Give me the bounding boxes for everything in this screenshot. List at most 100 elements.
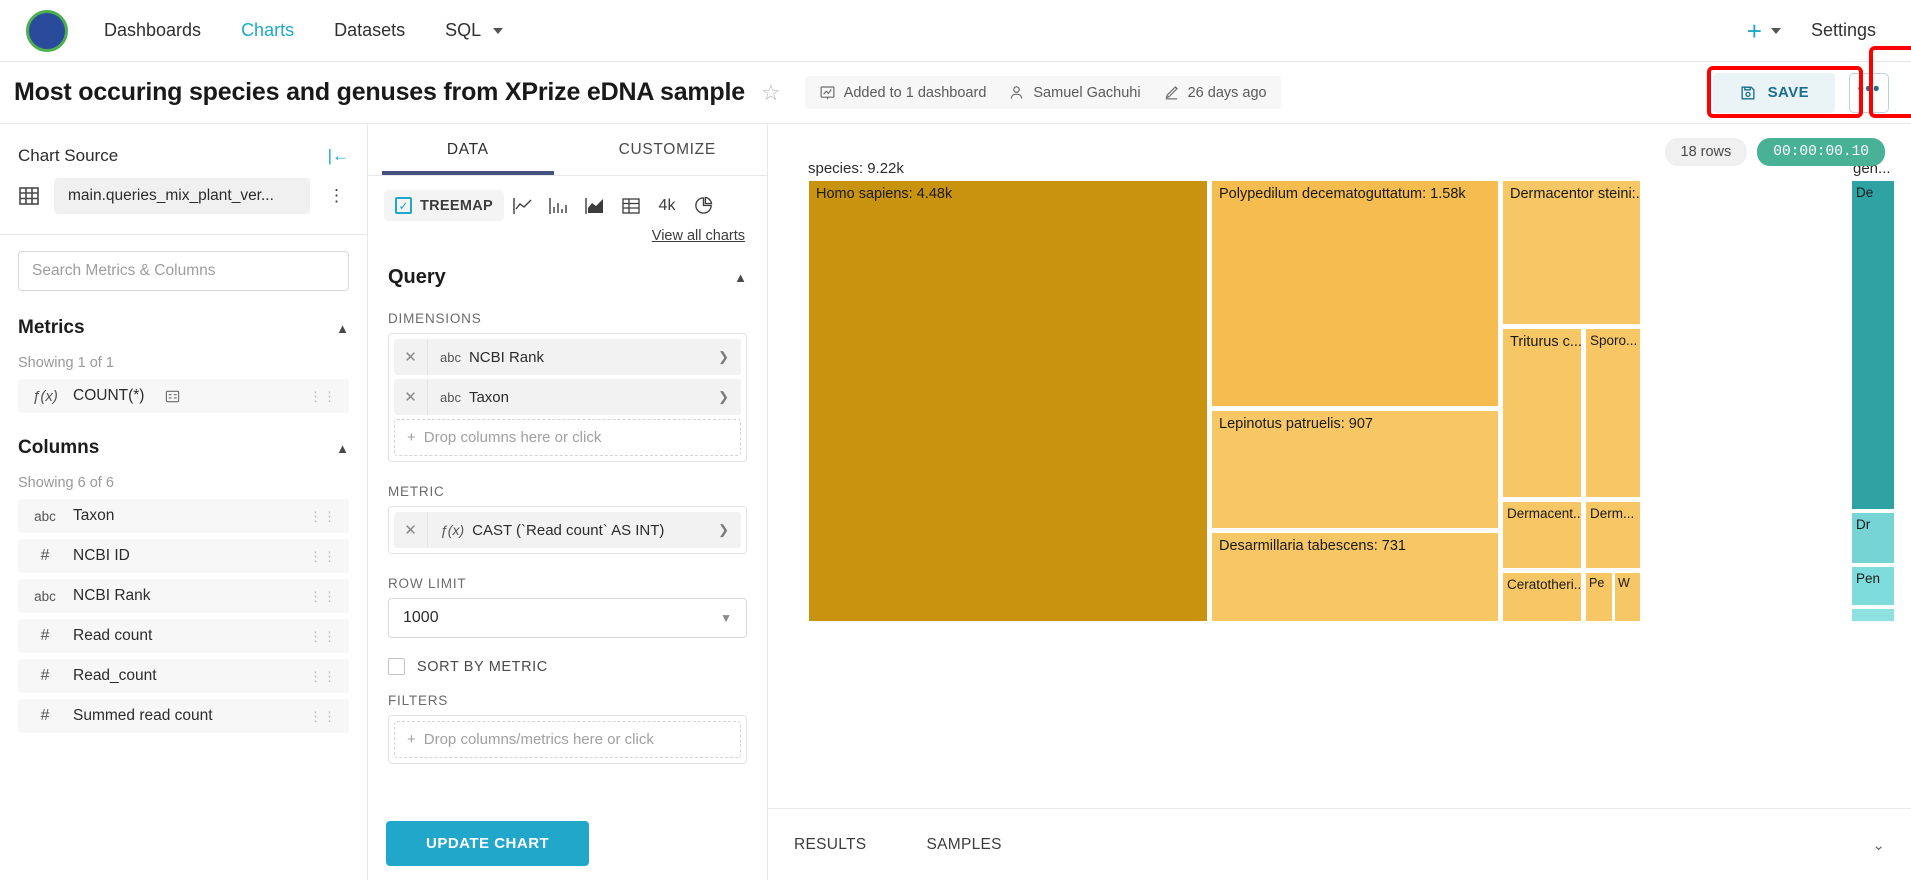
dataset-options-icon[interactable]: ⋮ bbox=[324, 187, 349, 204]
modified-info[interactable]: 26 days ago bbox=[1163, 84, 1267, 101]
chevron-right-icon[interactable]: ❯ bbox=[706, 349, 741, 365]
dashboard-usage-info[interactable]: Added to 1 dashboard bbox=[819, 84, 986, 101]
settings-menu-button[interactable]: Settings bbox=[1811, 20, 1885, 41]
treemap-cell-label: Desarmillaria tabescens: 731 bbox=[1219, 538, 1406, 554]
remove-icon[interactable]: ✕ bbox=[394, 512, 428, 548]
metric-pill[interactable]: ✕ ƒ(x) CAST (`Read count` AS INT) ❯ bbox=[394, 512, 741, 548]
chevron-right-icon[interactable]: ❯ bbox=[706, 389, 741, 405]
treemap-cell[interactable]: Derm... bbox=[1585, 501, 1641, 569]
more-options-button[interactable]: ••• bbox=[1849, 72, 1889, 113]
plus-icon: + bbox=[407, 429, 416, 446]
line-chart-icon[interactable] bbox=[506, 192, 540, 220]
owner-info[interactable]: Samuel Gachuhi bbox=[1008, 84, 1141, 101]
treemap-cell[interactable]: Polypedilum decematoguttatum: 1.58k bbox=[1211, 180, 1499, 407]
treemap-cell[interactable]: W bbox=[1614, 572, 1641, 622]
sort-by-metric-checkbox[interactable]: SORT BY METRIC bbox=[368, 638, 767, 675]
viz-type-label: TREEMAP bbox=[420, 197, 493, 214]
drag-handle[interactable]: ⋮⋮ bbox=[309, 590, 337, 603]
chevron-right-icon[interactable]: ❯ bbox=[706, 522, 741, 538]
filters-drop-zone[interactable]: + Drop columns/metrics here or click bbox=[394, 721, 741, 758]
metric-pill-label: CAST (`Read count` AS INT) bbox=[472, 521, 665, 539]
filters-drop-label: Drop columns/metrics here or click bbox=[423, 731, 654, 748]
dimension-pill-ncbi-rank[interactable]: ✕ abc NCBI Rank ❯ bbox=[394, 339, 741, 375]
collapse-panel-icon[interactable]: |← bbox=[328, 146, 349, 166]
save-button[interactable]: SAVE bbox=[1712, 72, 1835, 113]
checkbox-icon bbox=[388, 658, 405, 675]
nav-item-charts[interactable]: Charts bbox=[239, 14, 296, 47]
chevron-up-icon[interactable]: ▲ bbox=[734, 270, 747, 285]
save-button-label: SAVE bbox=[1767, 84, 1809, 101]
nav-item-datasets[interactable]: Datasets bbox=[332, 14, 407, 47]
bar-chart-icon[interactable] bbox=[542, 192, 576, 220]
treemap-cell[interactable]: Dermacent... bbox=[1502, 501, 1582, 569]
nav-item-label: Dashboards bbox=[104, 20, 202, 40]
dashboard-icon bbox=[820, 86, 835, 100]
pie-chart-icon[interactable] bbox=[686, 192, 720, 220]
search-input[interactable] bbox=[18, 251, 349, 291]
tab-data[interactable]: DATA bbox=[368, 124, 568, 175]
treemap-cell[interactable]: Desarmillaria tabescens: 731 bbox=[1211, 532, 1499, 622]
dimension-pill-label: Taxon bbox=[468, 388, 509, 406]
treemap-group-label-species: species: 9.22k bbox=[808, 160, 904, 177]
columns-showing-count: Showing 6 of 6 bbox=[18, 475, 114, 491]
table-icon[interactable] bbox=[614, 192, 648, 220]
drag-handle[interactable]: ⋮⋮ bbox=[309, 390, 337, 403]
row-limit-select[interactable]: 1000 ▼ bbox=[388, 598, 747, 638]
number-type-icon: # bbox=[40, 627, 50, 644]
update-chart-button[interactable]: UPDATE CHART bbox=[386, 821, 590, 866]
dataset-row: main.queries_mix_plant_ver... ⋮ bbox=[0, 170, 367, 234]
big-number-icon[interactable]: 4k bbox=[650, 192, 684, 220]
treemap-cell[interactable]: Sporo... bbox=[1585, 328, 1641, 498]
remove-icon[interactable]: ✕ bbox=[394, 379, 428, 415]
drag-handle[interactable]: ⋮⋮ bbox=[309, 670, 337, 683]
metric-item-count[interactable]: ƒ(x) COUNT(*) ⋮⋮ bbox=[18, 379, 349, 413]
treemap-cell[interactable]: Ceratotheri... bbox=[1502, 572, 1582, 622]
column-item-taxon[interactable]: abc Taxon ⋮⋮ bbox=[18, 499, 349, 533]
top-navigation-bar: Dashboards Charts Datasets SQL + Setting… bbox=[0, 0, 1911, 62]
drag-handle[interactable]: ⋮⋮ bbox=[309, 550, 337, 563]
row-limit-label: ROW LIMIT bbox=[388, 576, 467, 591]
favorite-star-icon[interactable]: ☆ bbox=[761, 81, 781, 104]
view-all-charts-link[interactable]: View all charts bbox=[368, 221, 767, 244]
column-item-summed-read-count[interactable]: # Summed read count ⋮⋮ bbox=[18, 699, 349, 733]
chart-status-badges: 18 rows 00:00:00.10 bbox=[1664, 138, 1885, 166]
chevron-up-icon[interactable]: ▲ bbox=[336, 321, 349, 336]
column-item-ncbi-rank[interactable]: abc NCBI Rank ⋮⋮ bbox=[18, 579, 349, 613]
treemap-cell[interactable]: Dermacentor steini:... bbox=[1502, 180, 1641, 325]
treemap-cell[interactable]: Dr bbox=[1851, 512, 1895, 564]
dataset-name[interactable]: main.queries_mix_plant_ver... bbox=[54, 178, 310, 214]
treemap-cell[interactable]: Lepinotus patruelis: 907 bbox=[1211, 410, 1499, 529]
column-item-ncbi-id[interactable]: # NCBI ID ⋮⋮ bbox=[18, 539, 349, 573]
columns-title: Columns bbox=[18, 437, 100, 458]
remove-icon[interactable]: ✕ bbox=[394, 339, 428, 375]
nav-item-sql[interactable]: SQL bbox=[443, 14, 504, 47]
drag-handle[interactable]: ⋮⋮ bbox=[309, 710, 337, 723]
dimension-pill-taxon[interactable]: ✕ abc Taxon ❯ bbox=[394, 379, 741, 415]
treemap-cell[interactable]: Pe bbox=[1585, 572, 1613, 622]
new-item-button[interactable]: + bbox=[1747, 18, 1781, 44]
column-item-read-count-underscore[interactable]: # Read_count ⋮⋮ bbox=[18, 659, 349, 693]
treemap-cell[interactable]: Pen bbox=[1851, 566, 1895, 606]
chart-metadata-bar: Added to 1 dashboard Samuel Gachuhi 26 d… bbox=[804, 76, 1281, 109]
drag-handle[interactable]: ⋮⋮ bbox=[309, 630, 337, 643]
query-title: Query bbox=[388, 266, 446, 288]
nav-item-dashboards[interactable]: Dashboards bbox=[102, 14, 203, 47]
viz-type-treemap[interactable]: ✓ TREEMAP bbox=[384, 190, 504, 221]
chevron-up-icon[interactable]: ▲ bbox=[336, 441, 349, 456]
tab-samples[interactable]: SAMPLES bbox=[926, 836, 1001, 854]
edit-pencil-icon bbox=[1165, 86, 1178, 100]
treemap-cell[interactable] bbox=[1851, 608, 1895, 622]
collapse-results-icon[interactable]: ⌄ bbox=[1872, 836, 1885, 854]
treemap-cell[interactable]: De bbox=[1851, 180, 1895, 510]
dimensions-drop-zone[interactable]: + Drop columns here or click bbox=[394, 419, 741, 456]
treemap-cell[interactable]: Homo sapiens: 4.48k bbox=[808, 180, 1208, 622]
tab-results[interactable]: RESULTS bbox=[794, 836, 866, 854]
superset-logo-icon[interactable] bbox=[26, 9, 68, 52]
column-item-read-count[interactable]: # Read count ⋮⋮ bbox=[18, 619, 349, 653]
tab-customize[interactable]: CUSTOMIZE bbox=[568, 124, 768, 175]
drag-handle[interactable]: ⋮⋮ bbox=[309, 510, 337, 523]
treemap-cell-label: Polypedilum decematoguttatum: 1.58k bbox=[1219, 186, 1466, 202]
column-item-label: NCBI Rank bbox=[73, 587, 151, 604]
treemap-cell[interactable]: Triturus c... bbox=[1502, 328, 1582, 498]
area-chart-icon[interactable] bbox=[578, 192, 612, 220]
